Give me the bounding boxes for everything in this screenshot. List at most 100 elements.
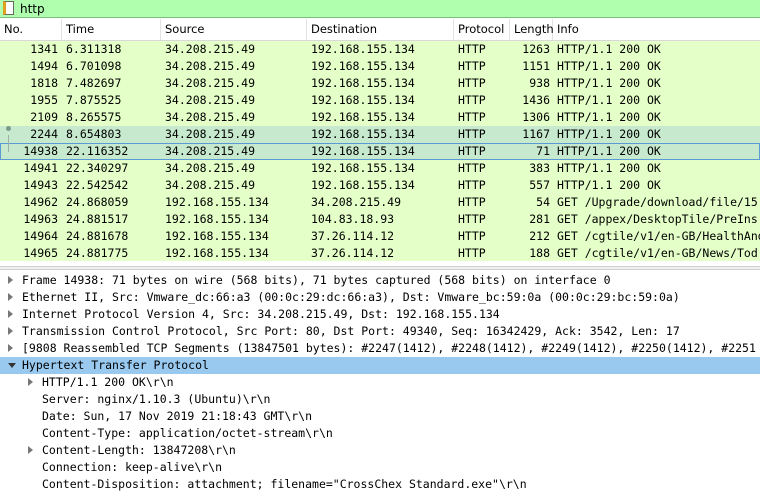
packet-cell-src: 192.168.155.134: [165, 229, 269, 243]
collapsed-arrow-icon[interactable]: [28, 378, 33, 386]
collapsed-arrow-icon[interactable]: [8, 293, 13, 301]
detail-tree-label: HTTP/1.1 200 OK\r\n: [42, 375, 174, 389]
detail-tree-item[interactable]: Internet Protocol Version 4, Src: 34.208…: [0, 306, 760, 323]
detail-tree-item[interactable]: [9808 Reassembled TCP Segments (13847501…: [0, 340, 760, 357]
packet-row[interactable]: 1818 7.482697 34.208.215.49 192.168.155.134…: [0, 75, 760, 92]
detail-tree-item[interactable]: HTTP/1.1 200 OK\r\n: [0, 374, 760, 391]
detail-tree-item[interactable]: Frame 14938: 71 bytes on wire (568 bits)…: [0, 272, 760, 289]
packet-row[interactable]: 2109 8.265575 34.208.215.49 192.168.155.134…: [0, 109, 760, 126]
packet-cell-time: 8.654803: [66, 127, 122, 141]
packet-list[interactable]: 1341 6.311318 34.208.215.49 192.168.155.134…: [0, 41, 760, 261]
packet-details-tree[interactable]: Frame 14938: 71 bytes on wire (568 bits)…: [0, 272, 760, 497]
related-line-icon: [8, 135, 9, 152]
detail-tree-item[interactable]: Content-Type: application/octet-stream\r…: [0, 425, 760, 442]
packet-cell-src: 192.168.155.134: [165, 246, 269, 260]
packet-row[interactable]: 14964 24.881678 192.168.155.134 37.26.114.1…: [0, 228, 760, 245]
detail-tree-label: Ethernet II, Src: Vmware_dc:66:a3 (00:0c…: [22, 290, 680, 304]
packet-row[interactable]: 14965 24.881775 192.168.155.134 37.26.114.1…: [0, 245, 760, 261]
packet-cell-time: 8.265575: [66, 110, 122, 124]
packet-cell-time: 6.701098: [66, 59, 122, 73]
packet-cell-proto: HTTP: [458, 76, 486, 90]
packet-cell-src: 34.208.215.49: [165, 178, 256, 192]
column-header-info[interactable]: Info: [553, 19, 760, 40]
packet-row[interactable]: 14943 22.542542 34.208.215.49 192.168.155.1…: [0, 177, 760, 194]
packet-cell-time: 6.311318: [66, 42, 122, 56]
collapsed-arrow-icon[interactable]: [28, 446, 33, 454]
packet-row[interactable]: 1341 6.311318 34.208.215.49 192.168.155.134…: [0, 41, 760, 58]
detail-tree-item[interactable]: Content-Disposition: attachment; filenam…: [0, 476, 760, 493]
packet-row[interactable]: 1494 6.701098 34.208.215.49 192.168.155.134…: [0, 58, 760, 75]
detail-tree-item[interactable]: Connection: keep-alive\r\n: [0, 459, 760, 476]
packet-row[interactable]: 14962 24.868059 192.168.155.134 34.208.215.…: [0, 194, 760, 211]
column-header-no[interactable]: No.: [0, 19, 62, 40]
column-header-destination[interactable]: Destination: [307, 19, 454, 40]
packet-cell-proto: HTTP: [458, 110, 486, 124]
expanded-arrow-icon[interactable]: [8, 363, 16, 368]
collapsed-arrow-icon[interactable]: [8, 327, 13, 335]
detail-tree-label: Frame 14938: 71 bytes on wire (568 bits)…: [22, 273, 611, 287]
detail-tree-item[interactable]: Hypertext Transfer Protocol: [0, 357, 760, 374]
packet-cell-info: HTTP/1.1 200 OK: [557, 42, 661, 56]
packet-row[interactable]: 2244 8.654803 34.208.215.49 192.168.155.134…: [0, 126, 760, 143]
packet-cell-no: 14964: [23, 229, 58, 243]
packet-cell-len: 54: [536, 195, 550, 209]
detail-tree-label: Internet Protocol Version 4, Src: 34.208…: [22, 307, 500, 321]
detail-tree-label: Transmission Control Protocol, Src Port:…: [22, 324, 680, 338]
pane-splitter[interactable]: [0, 266, 760, 270]
packet-cell-no: 1494: [30, 59, 58, 73]
packet-cell-dst: 192.168.155.134: [311, 59, 415, 73]
detail-tree-label: Content-Type: application/octet-stream\r…: [42, 426, 333, 440]
collapsed-arrow-icon[interactable]: [8, 310, 13, 318]
bookmark-icon[interactable]: [3, 1, 14, 15]
display-filter-bar: [0, 0, 760, 18]
column-header-source[interactable]: Source: [161, 19, 307, 40]
packet-row[interactable]: 14938 22.116352 34.208.215.49 192.168.155.1…: [0, 143, 760, 160]
packet-cell-no: 1341: [30, 42, 58, 56]
packet-cell-info: HTTP/1.1 200 OK: [557, 178, 661, 192]
packet-cell-src: 34.208.215.49: [165, 42, 256, 56]
packet-list-header: No. Time Source Destination Protocol Len…: [0, 19, 760, 41]
packet-cell-proto: HTTP: [458, 229, 486, 243]
packet-cell-dst: 37.26.114.12: [311, 246, 395, 260]
detail-tree-label: [9808 Reassembled TCP Segments (13847501…: [22, 341, 756, 355]
packet-cell-info: HTTP/1.1 200 OK: [557, 127, 661, 141]
packet-cell-info: HTTP/1.1 200 OK: [557, 76, 661, 90]
packet-cell-no: 14963: [23, 212, 58, 226]
packet-cell-src: 34.208.215.49: [165, 93, 256, 107]
packet-row[interactable]: 14941 22.340297 34.208.215.49 192.168.155.1…: [0, 160, 760, 177]
packet-cell-src: 34.208.215.49: [165, 161, 256, 175]
packet-cell-len: 71: [536, 144, 550, 158]
packet-cell-time: 24.881775: [66, 246, 129, 260]
packet-cell-len: 1151: [522, 59, 550, 73]
packet-cell-dst: 192.168.155.134: [311, 93, 415, 107]
collapsed-arrow-icon[interactable]: [8, 344, 13, 352]
packet-cell-proto: HTTP: [458, 127, 486, 141]
column-header-protocol[interactable]: Protocol: [454, 19, 510, 40]
packet-cell-info: GET /appex/DesktopTile/PreIns: [557, 212, 758, 226]
packet-row[interactable]: 14963 24.881517 192.168.155.134 104.83.18.9…: [0, 211, 760, 228]
detail-tree-item[interactable]: Server: nginx/1.10.3 (Ubuntu)\r\n: [0, 391, 760, 408]
column-header-time[interactable]: Time: [62, 19, 161, 40]
packet-cell-proto: HTTP: [458, 212, 486, 226]
detail-tree-item[interactable]: Ethernet II, Src: Vmware_dc:66:a3 (00:0c…: [0, 289, 760, 306]
packet-cell-dst: 192.168.155.134: [311, 110, 415, 124]
packet-cell-time: 22.116352: [66, 144, 129, 158]
column-header-length[interactable]: Length: [510, 19, 554, 40]
display-filter-input[interactable]: [18, 0, 722, 17]
packet-cell-info: HTTP/1.1 200 OK: [557, 144, 661, 158]
packet-cell-info: GET /Upgrade/download/file/15: [557, 195, 758, 209]
packet-cell-len: 1306: [522, 110, 550, 124]
detail-tree-item[interactable]: Transmission Control Protocol, Src Port:…: [0, 323, 760, 340]
packet-cell-dst: 192.168.155.134: [311, 42, 415, 56]
packet-cell-info: GET /cgtile/v1/en-GB/HealthAnd: [557, 229, 760, 243]
collapsed-arrow-icon[interactable]: [8, 276, 13, 284]
detail-tree-item[interactable]: Date: Sun, 17 Nov 2019 21:18:43 GMT\r\n: [0, 408, 760, 425]
packet-cell-time: 22.542542: [66, 178, 129, 192]
detail-tree-item[interactable]: Content-Length: 13847208\r\n: [0, 442, 760, 459]
detail-tree-label: Content-Length: 13847208\r\n: [42, 443, 236, 457]
packet-cell-proto: HTTP: [458, 93, 486, 107]
packet-cell-proto: HTTP: [458, 59, 486, 73]
packet-row[interactable]: 1955 7.875525 34.208.215.49 192.168.155.134…: [0, 92, 760, 109]
packet-cell-no: 2109: [30, 110, 58, 124]
packet-cell-info: HTTP/1.1 200 OK: [557, 161, 661, 175]
